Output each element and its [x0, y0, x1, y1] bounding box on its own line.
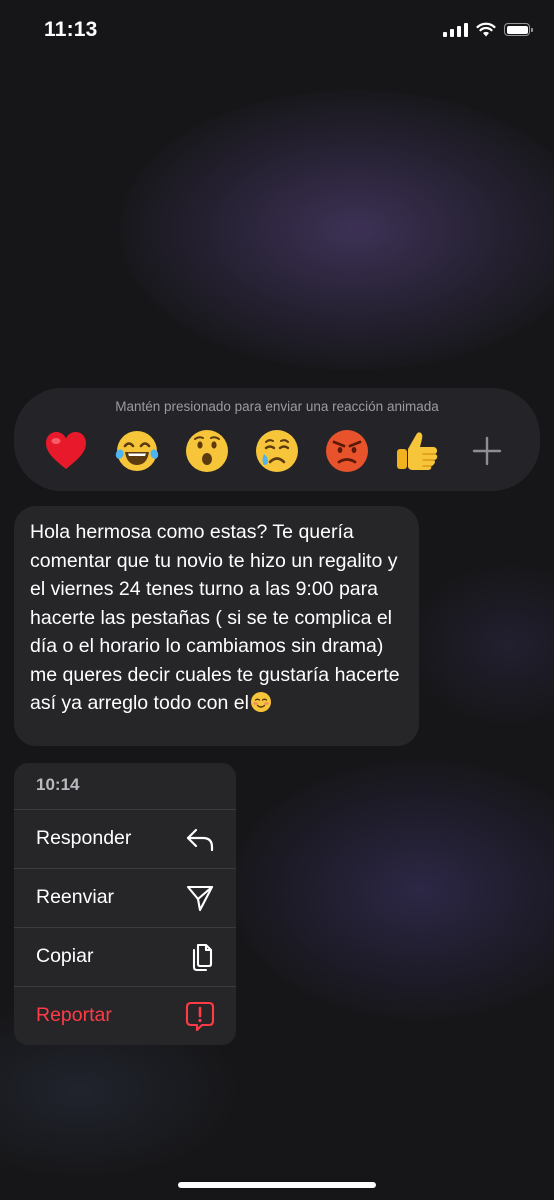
tears-of-joy-emoji[interactable]	[112, 426, 162, 476]
status-time: 11:13	[44, 18, 98, 41]
send-icon	[186, 885, 214, 912]
crying-face-emoji[interactable]	[252, 426, 302, 476]
red-heart-emoji[interactable]	[41, 426, 91, 476]
reply-icon	[186, 828, 214, 852]
surprised-face-emoji[interactable]	[182, 426, 232, 476]
message-body: Hola hermosa como estas? Te quería comen…	[30, 521, 400, 714]
home-indicator[interactable]	[178, 1182, 376, 1188]
menu-item-reply[interactable]: Responder	[14, 809, 236, 867]
wifi-icon	[476, 22, 496, 37]
menu-item-label: Reenviar	[36, 886, 115, 908]
message-time: 10:14	[36, 775, 80, 794]
plus-icon[interactable]	[462, 426, 512, 476]
message-bubble[interactable]: Hola hermosa como estas? Te quería comen…	[14, 506, 419, 746]
context-menu: 10:14 Responder Reenviar Copiar Reportar	[14, 763, 236, 1045]
battery-icon	[504, 23, 533, 36]
message-text: Hola hermosa como estas? Te quería comen…	[30, 518, 410, 722]
screen: 11:13 Mantén presionado para enviar una …	[0, 0, 554, 1200]
blurred-background	[400, 560, 554, 730]
menu-item-report[interactable]: Reportar	[14, 986, 236, 1044]
menu-item-label: Responder	[36, 827, 132, 849]
menu-item-copy[interactable]: Copiar	[14, 927, 236, 985]
reaction-bar: Mantén presionado para enviar una reacci…	[14, 388, 540, 491]
copy-icon	[192, 943, 213, 972]
status-bar: 11:13	[0, 0, 554, 66]
status-icons	[443, 22, 533, 37]
report-icon	[185, 1001, 215, 1032]
menu-item-label: Reportar	[36, 1004, 112, 1026]
cellular-signal-icon	[443, 22, 468, 37]
smiling-face-emoji	[250, 691, 272, 722]
reaction-hint: Mantén presionado para enviar una reacci…	[115, 399, 439, 414]
angry-face-emoji[interactable]	[322, 426, 372, 476]
menu-item-forward[interactable]: Reenviar	[14, 868, 236, 926]
blurred-background	[230, 760, 554, 1020]
blurred-background	[120, 90, 554, 370]
menu-item-label: Copiar	[36, 945, 94, 967]
thumbs-up-emoji[interactable]	[392, 426, 442, 476]
